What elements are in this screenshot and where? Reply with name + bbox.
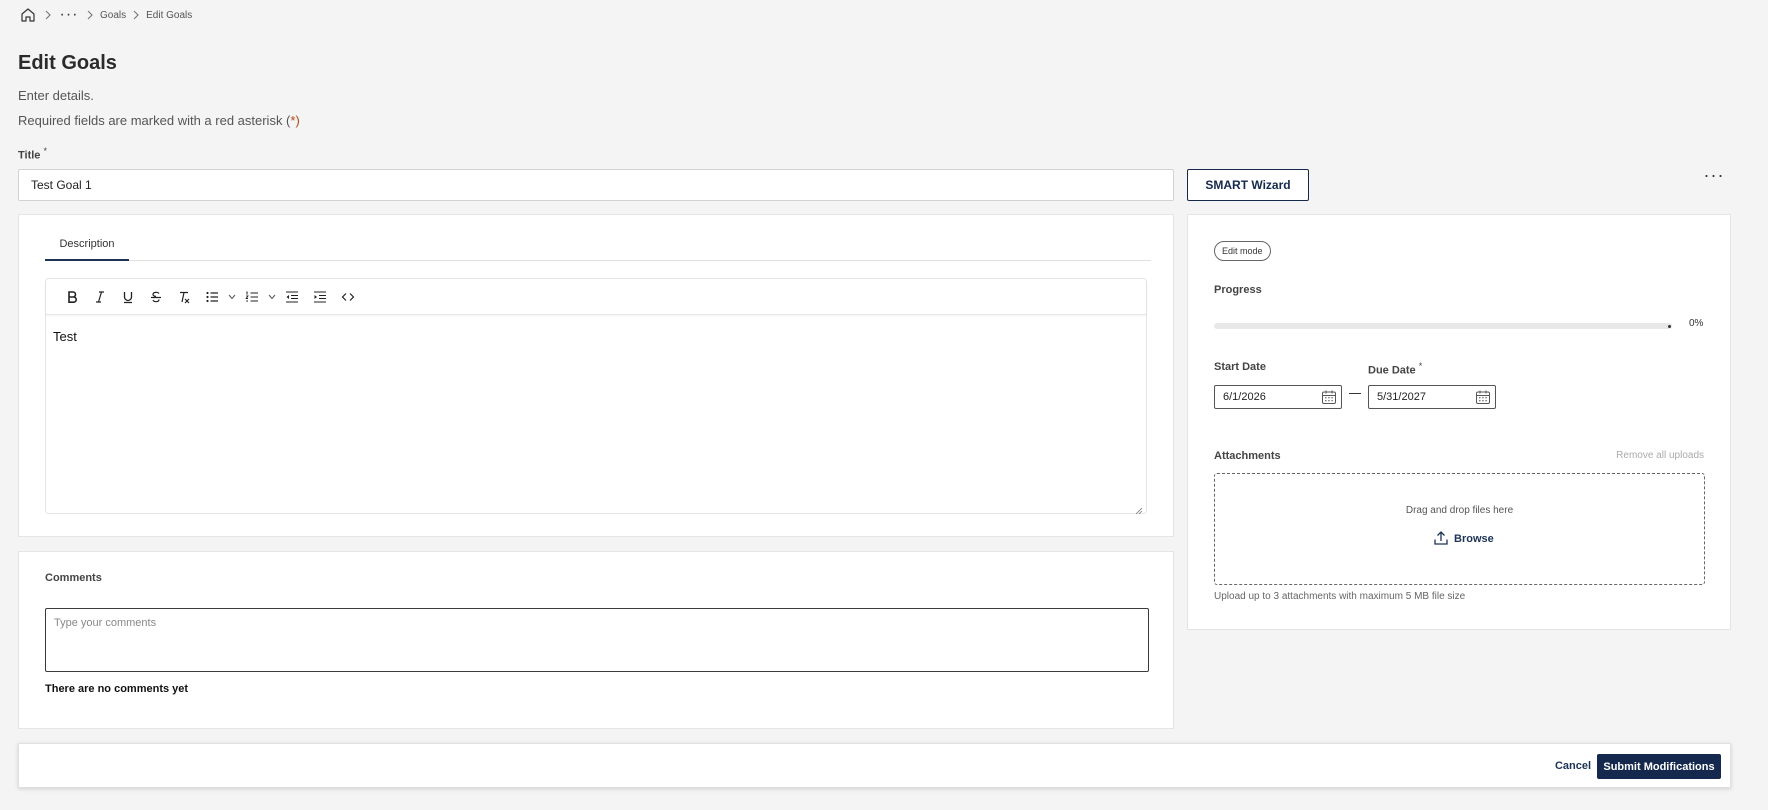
title-input[interactable]: Test Goal 1	[18, 169, 1174, 201]
calendar-icon[interactable]	[1321, 389, 1337, 405]
title-label-text: Title	[18, 149, 41, 162]
calendar-icon[interactable]	[1475, 389, 1491, 405]
home-icon[interactable]	[18, 5, 38, 25]
dropzone-text: Drag and drop files here	[1405, 505, 1514, 516]
resize-handle-icon[interactable]	[1135, 502, 1143, 515]
outdent-icon[interactable]	[278, 285, 306, 309]
due-date-input[interactable]: 5/31/2027	[1368, 385, 1496, 409]
title-required-mark: *	[43, 146, 47, 156]
progress-handle[interactable]	[1668, 325, 1671, 328]
goal-details-panel: Edit mode Progress 0% Start Date Due Dat…	[1187, 214, 1731, 630]
breadcrumb-more-button[interactable]: ···	[58, 7, 80, 23]
required-note-prefix: Required fields are marked with a red as…	[18, 113, 291, 128]
comments-input[interactable]: Type your comments	[45, 608, 1149, 672]
bullet-list-icon[interactable]	[198, 285, 226, 309]
breadcrumb-current: Edit Goals	[146, 9, 193, 21]
file-dropzone[interactable]: Drag and drop files here Browse	[1214, 473, 1705, 585]
editor-content[interactable]: Test	[53, 329, 77, 344]
start-date-label: Start Date	[1214, 361, 1266, 373]
code-icon[interactable]	[334, 285, 362, 309]
browse-button[interactable]: Browse	[1433, 529, 1494, 549]
page-subtitle: Enter details.	[18, 88, 94, 103]
title-label: Title *	[18, 146, 47, 162]
required-note-suffix: )	[295, 113, 300, 128]
submit-modifications-button[interactable]: Submit Modifications	[1597, 754, 1721, 779]
tab-description[interactable]: Description	[45, 229, 129, 261]
start-date-input[interactable]: 6/1/2026	[1214, 385, 1342, 409]
due-date-label-text: Due Date	[1368, 364, 1416, 377]
description-card: Description Test	[18, 214, 1174, 537]
progress-value: 0%	[1689, 318, 1704, 329]
numbered-list-icon[interactable]	[238, 285, 266, 309]
more-options-button[interactable]: ···	[1700, 166, 1728, 190]
upload-hint: Upload up to 3 attachments with maximum …	[1214, 591, 1466, 602]
due-date-label: Due Date *	[1368, 361, 1422, 377]
chevron-right-icon	[80, 10, 100, 20]
date-range-separator	[1349, 393, 1361, 394]
page-title: Edit Goals	[18, 52, 117, 74]
underline-icon[interactable]	[114, 285, 142, 309]
due-date-value: 5/31/2027	[1377, 391, 1426, 403]
rich-text-editor: Test	[45, 278, 1147, 515]
comments-label: Comments	[45, 572, 102, 584]
chevron-right-icon	[126, 10, 146, 20]
edit-mode-badge[interactable]: Edit mode	[1214, 241, 1271, 261]
progress-slider[interactable]	[1214, 323, 1672, 329]
clear-format-icon[interactable]	[170, 285, 198, 309]
italic-icon[interactable]	[86, 285, 114, 309]
breadcrumb-link-goals[interactable]: Goals	[100, 10, 126, 21]
breadcrumb: ··· Goals Edit Goals	[18, 4, 192, 26]
editor-toolbar	[46, 279, 1146, 315]
due-date-required-mark: *	[1418, 361, 1423, 371]
strikethrough-icon[interactable]	[142, 285, 170, 309]
start-date-value: 6/1/2026	[1223, 391, 1266, 403]
chevron-down-icon[interactable]	[266, 285, 278, 309]
bold-icon[interactable]	[58, 285, 86, 309]
remove-all-uploads-button[interactable]: Remove all uploads	[1616, 450, 1704, 461]
chevron-right-icon	[38, 10, 58, 20]
progress-label: Progress	[1214, 284, 1262, 296]
attachments-label: Attachments	[1214, 450, 1281, 462]
indent-icon[interactable]	[306, 285, 334, 309]
required-note: Required fields are marked with a red as…	[18, 113, 300, 128]
comments-card: Comments Type your comments There are no…	[18, 551, 1174, 729]
action-bar: Cancel Submit Modifications	[18, 743, 1731, 788]
no-comments-text: There are no comments yet	[45, 683, 189, 695]
upload-icon	[1433, 530, 1449, 549]
smart-wizard-button[interactable]: SMART Wizard	[1187, 169, 1309, 201]
chevron-down-icon[interactable]	[226, 285, 238, 309]
description-tabs: Description	[45, 229, 1151, 261]
browse-label: Browse	[1454, 533, 1494, 545]
